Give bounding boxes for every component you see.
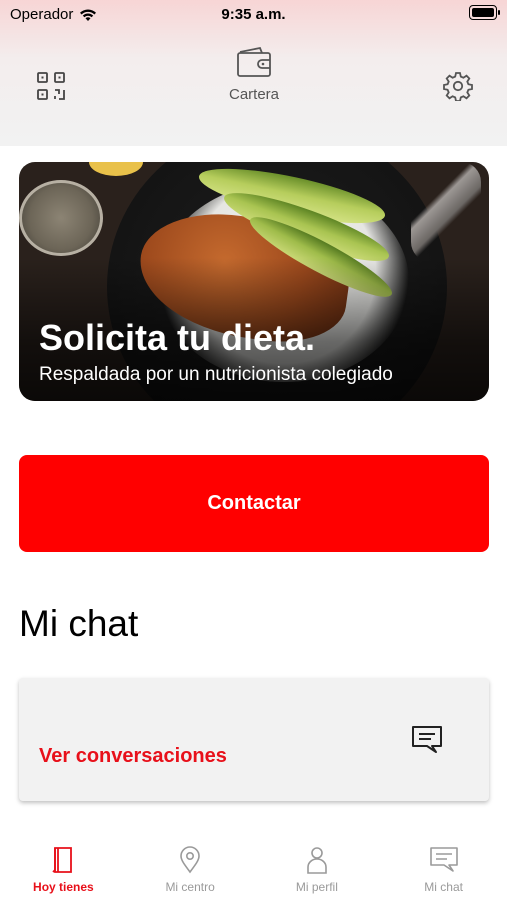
location-pin-icon — [180, 846, 200, 874]
diet-banner[interactable]: Solicita tu dieta. Respaldada por un nut… — [19, 162, 489, 401]
book-icon — [52, 847, 73, 873]
chat-section-title: Mi chat — [19, 603, 139, 644]
tab-mi-perfil[interactable]: Mi perfil — [254, 830, 381, 900]
wallet-label: Cartera — [228, 86, 280, 103]
gear-icon — [443, 72, 473, 101]
tab-mi-chat[interactable]: Mi chat — [380, 830, 507, 900]
chat-bubble-icon — [429, 847, 458, 872]
battery-icon — [469, 5, 500, 20]
person-icon — [307, 847, 327, 874]
chat-bubble-icon[interactable] — [410, 724, 444, 756]
settings-button[interactable] — [440, 68, 476, 104]
qr-code-icon — [37, 72, 65, 100]
tab-mi-centro[interactable]: Mi centro — [127, 830, 254, 900]
banner-title: Solicita tu dieta. — [39, 317, 316, 358]
tab-label: Mi chat — [424, 880, 463, 894]
clock: 9:35 a.m. — [221, 6, 286, 23]
view-conversations-link[interactable]: Ver conversaciones — [39, 745, 227, 768]
banner-subtitle: Respaldada por un nutricionista colegiad… — [39, 364, 393, 385]
wallet-button[interactable]: Cartera — [222, 46, 286, 108]
tab-label: Hoy tienes — [33, 880, 94, 894]
tab-label: Mi centro — [165, 880, 215, 894]
tab-bar: Hoy tienes Mi centro Mi perfil Mi chat — [0, 830, 507, 900]
status-bar: Operador 9:35 a.m. — [0, 0, 507, 30]
tab-hoy-tienes[interactable]: Hoy tienes — [0, 830, 127, 900]
qr-code-button[interactable] — [33, 68, 69, 104]
wallet-icon — [237, 46, 271, 77]
contact-button[interactable]: Contactar — [19, 455, 489, 552]
chat-card[interactable]: Ver conversaciones — [19, 678, 489, 801]
tab-label: Mi perfil — [295, 880, 338, 894]
